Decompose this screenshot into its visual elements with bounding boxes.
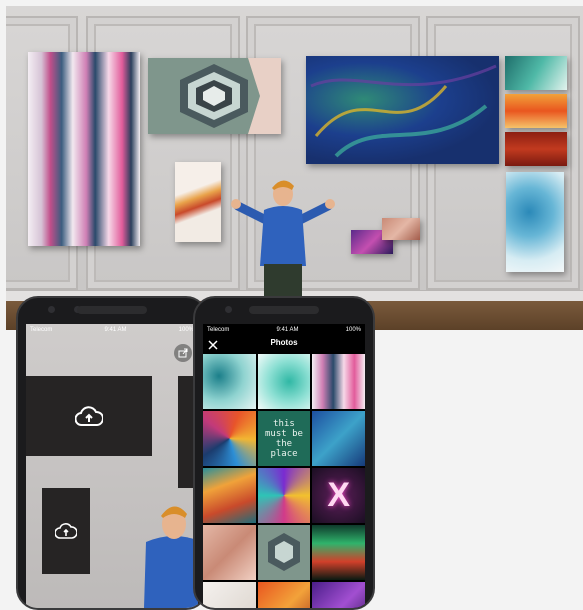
photo-turquoise-splash[interactable] [257, 354, 311, 409]
right-phone: Telecom 9:41 AM 100% Photos this must be… [193, 296, 375, 610]
speaker-grille [249, 306, 319, 314]
share-icon [178, 348, 188, 358]
artwork-pink-city[interactable] [28, 52, 140, 246]
photo-neon-x[interactable]: X [312, 468, 365, 523]
photo-neon-tunnel[interactable] [312, 525, 365, 580]
artwork-peach-small[interactable] [382, 218, 420, 240]
battery-label: 100% [345, 327, 361, 333]
upload-slot-large[interactable] [26, 376, 152, 456]
photo-grid: this must be the place X [203, 354, 365, 608]
battery-label: 100% [178, 327, 194, 333]
artwork-orange-strip[interactable] [505, 94, 567, 128]
avatar [231, 180, 335, 300]
time-label: 9:41 AM [104, 327, 127, 333]
artwork-red-strip[interactable] [505, 132, 567, 166]
artwork-paint-drips[interactable] [175, 162, 221, 242]
upload-slot-small[interactable] [42, 488, 90, 574]
photo-purple-abstract[interactable] [312, 582, 365, 608]
speaker-grille [77, 306, 147, 314]
right-status-bar: Telecom 9:41 AM 100% [203, 324, 365, 336]
photos-title: Photos [270, 338, 298, 347]
photo-blue-abstract[interactable] [312, 411, 365, 466]
photo-teal-marble[interactable] [203, 354, 256, 409]
photo-hex-tunnel[interactable] [257, 525, 311, 580]
carrier-label: Telecom [30, 327, 53, 333]
blue-abstract-strokes [310, 64, 497, 158]
carrier-label: Telecom [207, 327, 230, 333]
left-phone-screen: Telecom 9:41 AM 100% [26, 324, 198, 608]
upload-cloud-icon [55, 523, 77, 539]
front-camera [48, 306, 55, 313]
photo-this-must-be-the-place[interactable]: this must be the place [257, 411, 311, 466]
artwork-blue-abstract[interactable] [306, 56, 499, 164]
artwork-watercolor[interactable] [506, 172, 564, 272]
photos-header: Photos [203, 336, 365, 352]
front-camera [225, 306, 232, 313]
artwork-teal-strip[interactable] [505, 56, 567, 90]
hex-tunnel-drawing [148, 58, 281, 134]
artwork-hex-tunnel[interactable] [148, 58, 281, 134]
photo-orange-teal[interactable] [203, 468, 256, 523]
tile-caption: this must be the place [265, 418, 303, 459]
photo-pink-city[interactable] [312, 354, 365, 409]
upload-cloud-icon [75, 406, 103, 426]
ar-avatar [144, 506, 198, 608]
hex-tunnel-thumb [267, 533, 300, 571]
gallery-scene [6, 6, 583, 330]
photo-peach-strokes[interactable] [203, 525, 256, 580]
share-button[interactable] [174, 344, 192, 362]
photo-white-abstract[interactable] [203, 582, 256, 608]
time-label: 9:41 AM [276, 327, 299, 333]
right-phone-screen: Telecom 9:41 AM 100% Photos this must be… [203, 324, 365, 608]
tile-caption: X [327, 476, 350, 514]
photo-colorful-face[interactable] [203, 411, 256, 466]
left-phone: Telecom 9:41 AM 100% [16, 296, 208, 610]
left-status-bar: Telecom 9:41 AM 100% [26, 324, 198, 336]
photo-graffiti[interactable] [257, 468, 311, 523]
photo-orange-abstract[interactable] [257, 582, 311, 608]
